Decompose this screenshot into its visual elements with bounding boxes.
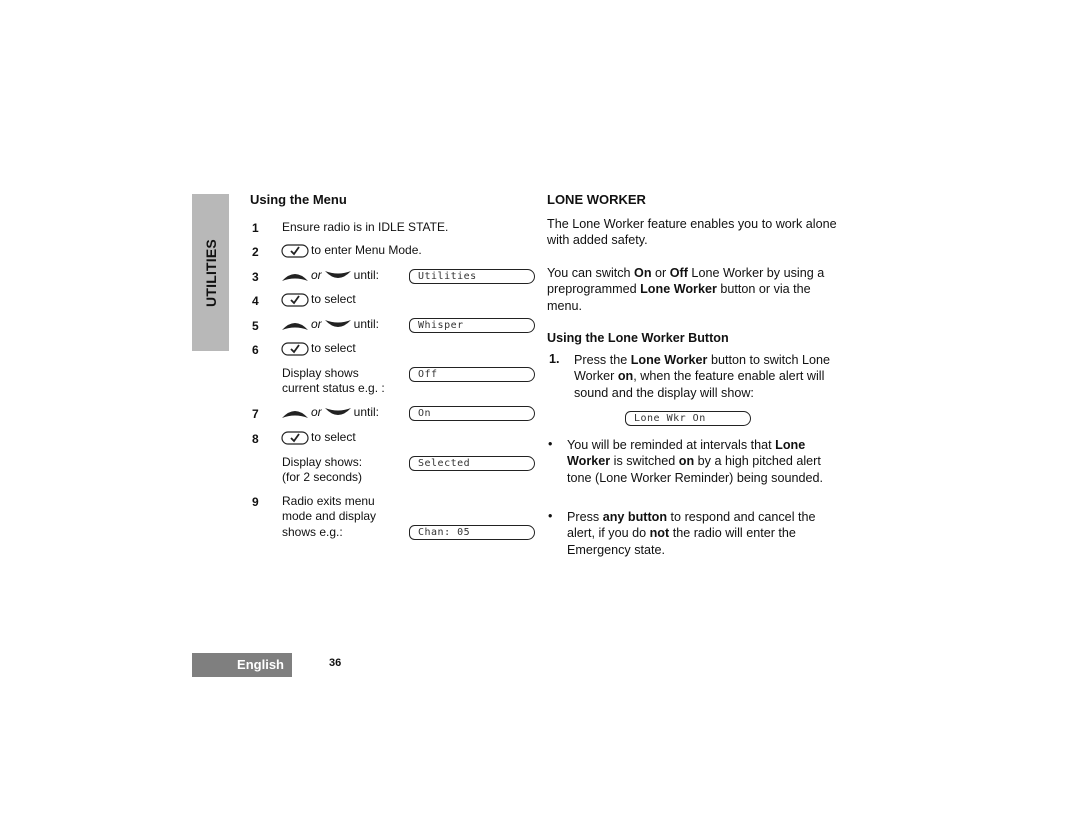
section-tab-label: UTILITIES [202, 238, 219, 307]
step-text: to select [311, 341, 356, 355]
section-title-lone-worker: LONE WORKER [547, 192, 646, 207]
step-text: to enter Menu Mode. [311, 243, 422, 257]
intro-paragraph: The Lone Worker feature enables you to w… [547, 217, 837, 248]
step-text: to select [311, 430, 356, 444]
step-number: 6 [252, 343, 259, 357]
step-text: until: [353, 268, 380, 282]
step-row: or until: [281, 317, 379, 332]
check-key-icon [281, 292, 309, 307]
step-row: to select [281, 292, 356, 307]
step-text: Display shows: [282, 455, 363, 469]
bullet-paragraph: Press any button to respond and cancel t… [567, 509, 835, 558]
language-label: English [237, 657, 284, 672]
subsection-title: Using the Lone Worker Button [547, 331, 729, 345]
or-text: or [311, 317, 322, 331]
step-row: to select [281, 341, 356, 356]
step-row: to enter Menu Mode. [281, 243, 422, 258]
display-readout: Selected [409, 456, 535, 471]
step-text: to select [311, 292, 356, 306]
section-tab-utilities: UTILITIES [192, 194, 229, 351]
step-text: mode and display [282, 509, 377, 523]
display-readout: Off [409, 367, 535, 382]
step-row: to select [281, 430, 356, 445]
down-key-icon [324, 319, 351, 327]
text-run-bold: Lone Worker [640, 282, 717, 297]
text-run: or [651, 266, 670, 280]
text-run: You can switch [547, 266, 635, 280]
step-number: 8 [252, 432, 259, 446]
bullet-icon: • [548, 509, 553, 523]
text-run: Press [567, 510, 603, 524]
text-run-bold: On [634, 266, 652, 280]
bullet-paragraph: You will be reminded at intervals that L… [567, 437, 835, 486]
page-number: 36 [329, 657, 342, 669]
display-readout: Chan: 05 [409, 525, 535, 540]
display-readout: On [409, 406, 535, 421]
text-run-bold: on [617, 369, 634, 384]
text-run-bold: on [678, 454, 695, 469]
bullet-icon: • [548, 437, 553, 451]
or-text: or [311, 405, 322, 419]
up-key-icon [282, 410, 308, 418]
display-readout: Lone Wkr On [625, 411, 751, 426]
step-number: 9 [252, 495, 259, 509]
display-readout: Whisper [409, 318, 535, 333]
switch-paragraph: You can switch On or Off Lone Worker by … [547, 265, 837, 314]
down-key-icon [324, 407, 351, 415]
step-number: 7 [252, 407, 259, 421]
step-text: Display shows [282, 366, 359, 380]
text-run: You will be reminded at intervals that [567, 438, 776, 452]
text-run-bold: Lone Worker [630, 353, 708, 367]
step-number: 1. [549, 352, 560, 366]
up-key-icon [282, 322, 308, 330]
step-number: 3 [252, 270, 259, 284]
step-number: 1 [252, 221, 259, 235]
check-key-icon [281, 430, 309, 445]
text-run-bold: Off [669, 266, 688, 280]
down-key-icon [324, 270, 351, 278]
display-readout: Utilities [409, 269, 535, 284]
step-text: current status e.g. : [282, 381, 385, 395]
step-text: Ensure radio is in IDLE STATE. [282, 220, 449, 234]
step-text: until: [353, 317, 380, 331]
up-key-icon [282, 273, 308, 281]
text-run-bold: not [649, 526, 670, 541]
menu-section-title: Using the Menu [250, 192, 347, 207]
text-run: is switched [610, 454, 679, 469]
step1-paragraph: Press the Lone Worker button to switch L… [574, 352, 836, 401]
step-text: shows e.g.: [282, 525, 343, 539]
step-text: Radio exits menu [282, 494, 375, 508]
step-number: 5 [252, 319, 259, 333]
check-key-icon [281, 243, 309, 258]
language-tab: English [192, 653, 292, 677]
step-text: (for 2 seconds) [282, 470, 363, 484]
step-number: 4 [252, 294, 259, 308]
or-text: or [311, 268, 322, 282]
check-key-icon [281, 341, 309, 356]
text-run: Press the [574, 353, 631, 367]
text-run-bold: any button [602, 510, 668, 524]
step-row: or until: [281, 268, 379, 283]
step-text: until: [353, 405, 380, 419]
step-row: or until: [281, 405, 379, 420]
step-number: 2 [252, 245, 259, 259]
